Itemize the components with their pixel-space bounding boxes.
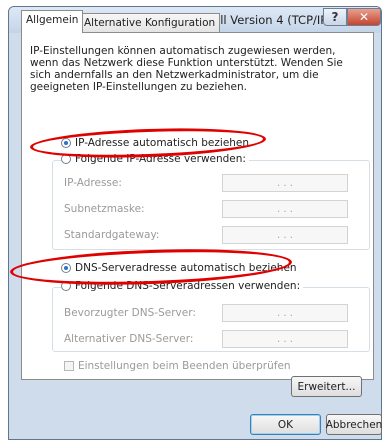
checkbox-indicator — [64, 361, 74, 371]
preferred-dns-label: Bevorzugter DNS-Server: — [64, 307, 196, 319]
validate-label: Einstellungen beim Beenden überprüfen — [78, 360, 291, 372]
close-icon: ✕ — [358, 10, 370, 24]
help-button[interactable]: ? — [323, 8, 347, 26]
subnet-mask-label: Subnetzmaske: — [64, 203, 145, 215]
ip-address-field[interactable]: . . . — [222, 174, 348, 192]
subnet-mask-field[interactable]: . . . — [222, 200, 348, 218]
close-button[interactable]: ✕ — [347, 8, 381, 26]
tab-allgemein[interactable]: Allgemein — [21, 10, 84, 33]
alternate-dns-label: Alternativer DNS-Server: — [64, 333, 194, 345]
alternate-dns-field[interactable]: . . . — [222, 330, 348, 348]
info-text: IP-Einstellungen können automatisch zuge… — [30, 45, 343, 93]
preferred-dns-field[interactable]: . . . — [222, 304, 348, 322]
gateway-field[interactable]: . . . — [222, 226, 348, 244]
cancel-button[interactable]: Abbrechen — [326, 414, 382, 435]
help-icon: ? — [331, 10, 339, 24]
gateway-label: Standardgateway: — [64, 229, 160, 241]
advanced-button[interactable]: Erweitert... — [291, 376, 362, 397]
validate-checkbox[interactable]: Einstellungen beim Beenden überprüfen — [64, 360, 291, 372]
ip-address-label: IP-Adresse: — [64, 177, 122, 189]
tab-alternative-konfiguration[interactable]: Alternative Konfiguration — [79, 13, 221, 33]
ok-button[interactable]: OK — [250, 414, 321, 435]
